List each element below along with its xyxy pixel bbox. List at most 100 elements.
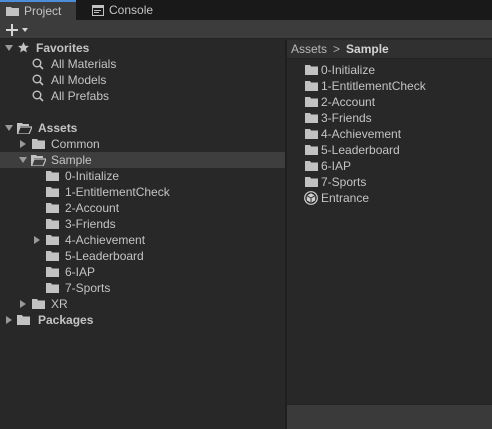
folder-contents-pane: Assets > Sample 0-Initialize 1-Entitleme… [287, 40, 492, 404]
plus-dropdown-icon [6, 23, 28, 36]
folder-icon [46, 267, 59, 277]
folder-icon [46, 219, 59, 229]
tree-label: All Materials [51, 57, 117, 71]
foldout-arrow-icon[interactable] [5, 45, 13, 51]
tree-item-sample[interactable]: Sample [0, 152, 285, 168]
unity-scene-icon [304, 191, 318, 205]
foldout-arrow-icon[interactable] [34, 236, 40, 244]
tab-project-label: Project [24, 4, 62, 18]
list-item[interactable]: 0-Initialize [287, 62, 492, 78]
list-item[interactable]: 1-EntitlementCheck [287, 78, 492, 94]
folder-icon [305, 113, 318, 123]
folder-icon [46, 283, 59, 293]
tree-item-all-prefabs[interactable]: All Prefabs [0, 88, 285, 104]
folder-open-icon [31, 155, 46, 166]
tree-item-3-friends[interactable]: 3-Friends [0, 216, 285, 232]
tree-label: 6-IAP [65, 265, 96, 279]
tree-item-7-sports[interactable]: 7-Sports [0, 280, 285, 296]
list-item-label: 6-IAP [321, 159, 352, 173]
tree-label: XR [51, 297, 68, 311]
tree-label: Favorites [36, 41, 90, 55]
tree-item-favorites[interactable]: Favorites [0, 40, 285, 56]
folder-icon [46, 203, 59, 213]
tree-label: Packages [38, 313, 94, 327]
list-item[interactable]: Entrance [287, 190, 492, 206]
tree-label: 7-Sports [65, 281, 111, 295]
tab-console[interactable]: Console [86, 0, 166, 20]
tree-item-0-initialize[interactable]: 0-Initialize [0, 168, 285, 184]
search-icon [32, 58, 44, 70]
folder-icon [32, 139, 45, 149]
search-icon [32, 90, 44, 102]
list-item[interactable]: 2-Account [287, 94, 492, 110]
tree-item-1-entitlementcheck[interactable]: 1-EntitlementCheck [0, 184, 285, 200]
tree-item-6-iap[interactable]: 6-IAP [0, 264, 285, 280]
status-bar [287, 404, 492, 429]
folder-icon [46, 235, 59, 245]
tree-item-xr[interactable]: XR [0, 296, 285, 312]
tree-label: 0-Initialize [65, 169, 120, 183]
tree-item-5-leaderboard[interactable]: 5-Leaderboard [0, 248, 285, 264]
tree-item-assets[interactable]: Assets [0, 120, 285, 136]
project-toolbar [0, 20, 492, 39]
tree-label: 4-Achievement [65, 233, 146, 247]
foldout-arrow-icon[interactable] [20, 140, 26, 148]
list-item-label: 4-Achievement [321, 127, 402, 141]
folder-icon [305, 177, 318, 187]
tree-item-4-achievement[interactable]: 4-Achievement [0, 232, 285, 248]
list-item-label: Entrance [321, 191, 370, 205]
console-icon [92, 4, 104, 16]
list-item-label: 5-Leaderboard [321, 143, 400, 157]
list-item[interactable]: 4-Achievement [287, 126, 492, 142]
folder-icon [17, 315, 30, 325]
folder-icon [305, 65, 318, 75]
folder-icon [305, 97, 318, 107]
tree-label: All Prefabs [51, 89, 110, 103]
project-tree: Favorites All Materials All Models All P… [0, 40, 285, 429]
foldout-arrow-icon[interactable] [20, 300, 26, 308]
tree-item-all-models[interactable]: All Models [0, 72, 285, 88]
foldout-arrow-icon[interactable] [19, 157, 27, 163]
folder-icon [305, 145, 318, 155]
breadcrumb-assets[interactable]: Assets [291, 42, 327, 56]
tab-bar: Project Console [0, 0, 492, 20]
star-icon [18, 42, 29, 53]
list-item[interactable]: 5-Leaderboard [287, 142, 492, 158]
breadcrumb-sample[interactable]: Sample [346, 42, 389, 56]
tree-label: Sample [51, 153, 92, 167]
list-item[interactable]: 6-IAP [287, 158, 492, 174]
folder-open-icon [17, 123, 32, 134]
foldout-arrow-icon[interactable] [5, 125, 13, 131]
list-item-label: 1-EntitlementCheck [321, 79, 426, 93]
folder-icon [46, 251, 59, 261]
list-item[interactable]: 3-Friends [287, 110, 492, 126]
tree-item-all-materials[interactable]: All Materials [0, 56, 285, 72]
tree-item-2-account[interactable]: 2-Account [0, 200, 285, 216]
tree-label: 1-EntitlementCheck [65, 185, 170, 199]
tree-label: 3-Friends [65, 217, 116, 231]
folder-icon [6, 7, 19, 16]
folder-icon [46, 171, 59, 181]
list-item-label: 7-Sports [321, 175, 367, 189]
list-item-label: 3-Friends [321, 111, 372, 125]
tree-item-common[interactable]: Common [0, 136, 285, 152]
foldout-arrow-icon[interactable] [6, 316, 12, 324]
tree-item-packages[interactable]: Packages [0, 312, 285, 328]
breadcrumb: Assets > Sample [287, 40, 492, 59]
tree-label: Assets [38, 121, 78, 135]
folder-icon [305, 81, 318, 91]
folder-icon [32, 299, 45, 309]
folder-icon [305, 129, 318, 139]
list-item[interactable]: 7-Sports [287, 174, 492, 190]
search-icon [32, 74, 44, 86]
list-item-label: 0-Initialize [321, 63, 376, 77]
add-asset-button[interactable] [5, 21, 35, 38]
tab-project[interactable]: Project [0, 0, 76, 20]
tree-label: All Models [51, 73, 107, 87]
tab-console-label: Console [109, 3, 154, 17]
tree-label: 2-Account [65, 201, 120, 215]
folder-icon [305, 161, 318, 171]
tree-label: 5-Leaderboard [65, 249, 144, 263]
list-item-label: 2-Account [321, 95, 376, 109]
tree-label: Common [51, 137, 100, 151]
